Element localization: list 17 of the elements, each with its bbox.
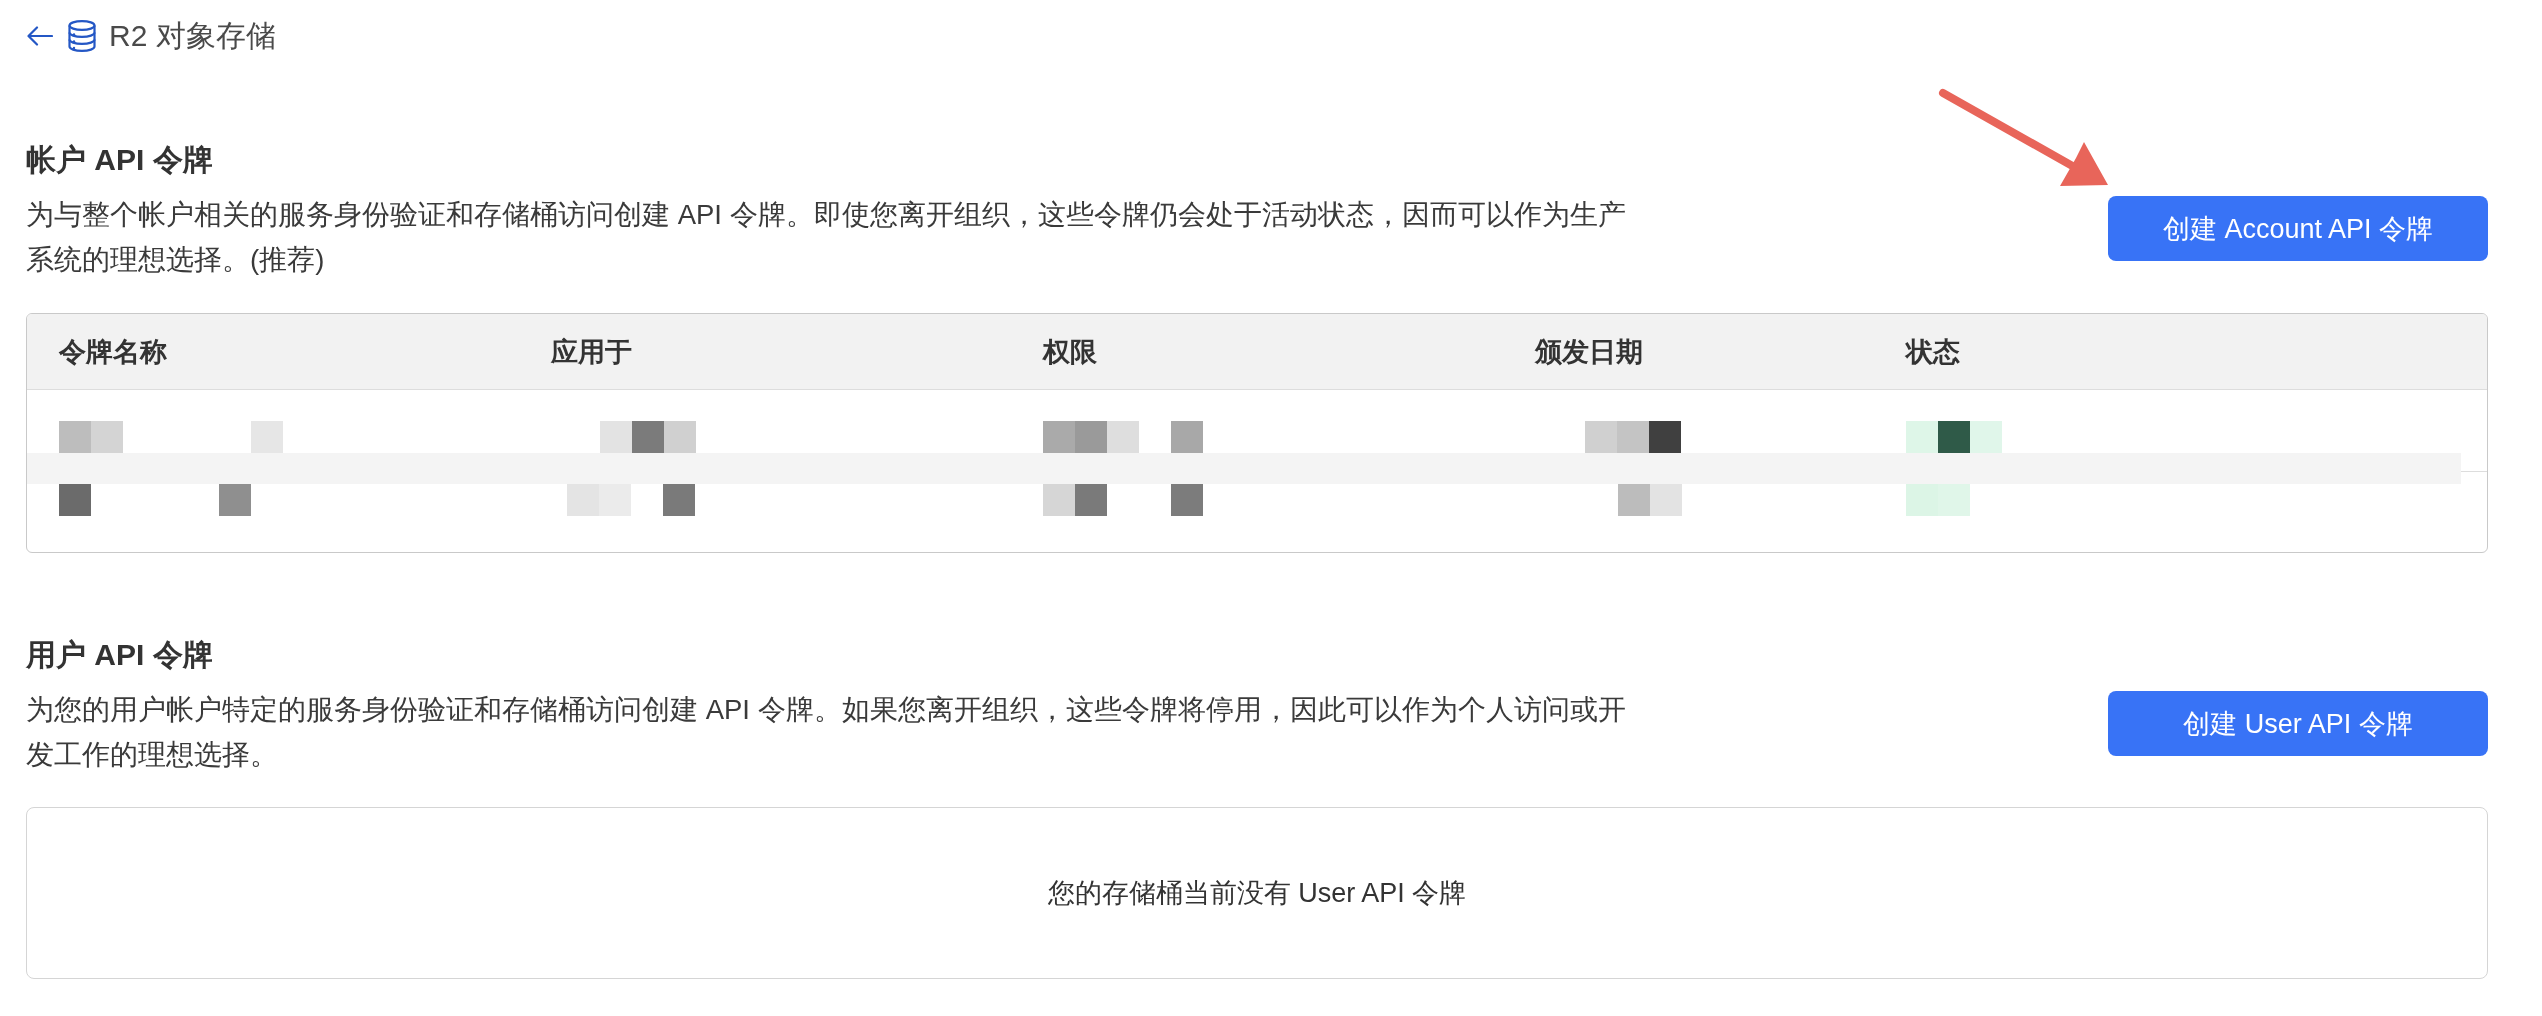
section-title: 帐户 API 令牌 (26, 142, 213, 178)
section-description: 为您的用户帐户特定的服务身份验证和存储桶访问创建 API 令牌。如果您离开组织，这些令牌将停用，因此可以作为个人访问或开发工作的理想选择。 (26, 693, 1627, 772)
column-header: 应用于 (550, 335, 633, 369)
back-arrow-icon[interactable] (27, 26, 53, 46)
column-header: 权限 (1041, 335, 1098, 369)
column-header: 颁发日期 (1533, 335, 1644, 369)
pixelated-text-drawing (1906, 484, 1970, 516)
empty-state-message: 您的存储桶当前没有 User API 令牌 (1047, 877, 1467, 910)
create-token-button[interactable]: 创建 User API 令牌 (2108, 691, 2488, 756)
page-title: R2 对象存储 (109, 18, 276, 54)
database-icon (68, 20, 96, 52)
section-title: 用户 API 令牌 (26, 637, 213, 673)
section-description: 为与整个帐户相关的服务身份验证和存储桶访问创建 API 令牌。即使您离开组织，这些令牌仍会处于活动状态，因而可以作为生产系统的理想选择。(推荐) (26, 198, 1627, 277)
column-header: 令牌名称 (58, 335, 168, 369)
create-token-button[interactable]: 创建 Account API 令牌 (2108, 196, 2488, 261)
column-header: 状态 (1904, 335, 1961, 369)
pixelated-text-drawing (1618, 484, 1682, 516)
